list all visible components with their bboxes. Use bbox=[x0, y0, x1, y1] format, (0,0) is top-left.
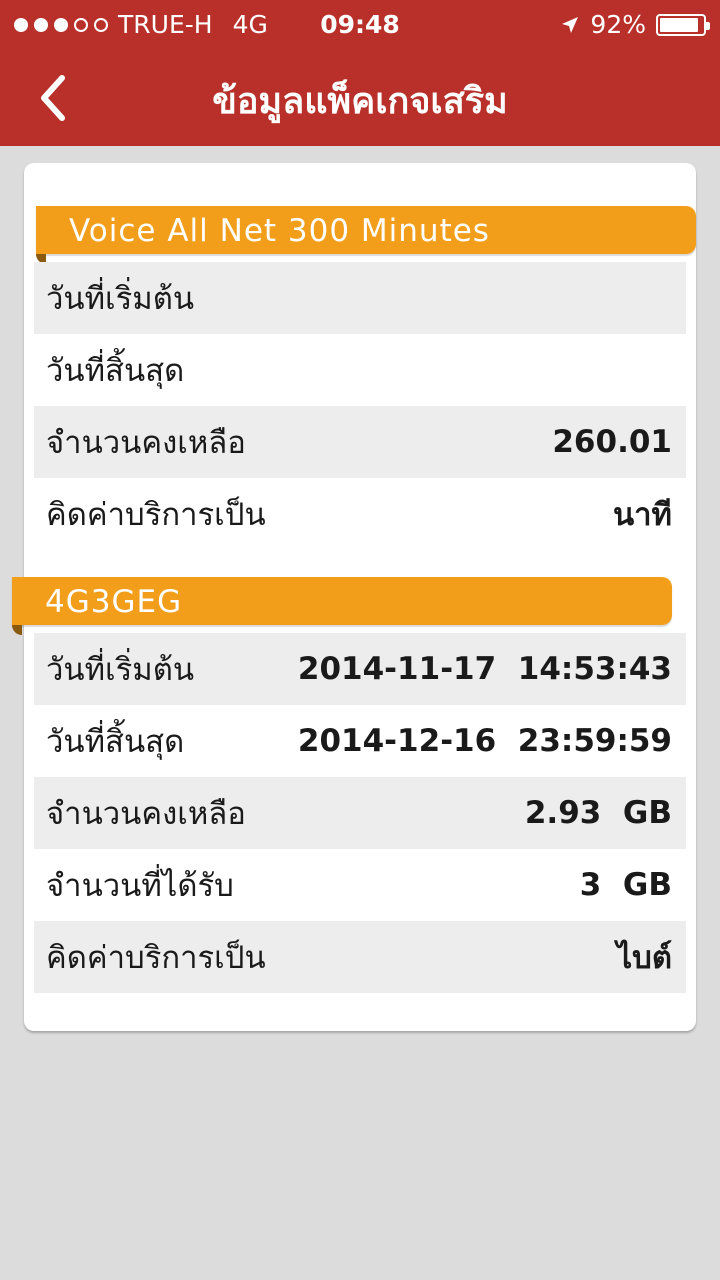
status-right: 92% bbox=[560, 10, 710, 39]
row-label: วันที่สิ้นสุด bbox=[46, 724, 185, 760]
list-item: วันที่เริ่มต้น bbox=[34, 262, 686, 334]
row-value: 2014-11-17 14:53:43 bbox=[297, 651, 672, 687]
row-label: คิดค่าบริการเป็น bbox=[46, 497, 266, 533]
list-item: จำนวนที่ได้รับ 3 GB bbox=[34, 849, 686, 921]
package-header: 4G3GEG bbox=[12, 577, 672, 635]
battery-icon bbox=[656, 13, 710, 36]
row-label: คิดค่าบริการเป็น bbox=[46, 940, 266, 976]
row-value: 2014-12-16 23:59:59 bbox=[297, 723, 672, 759]
row-label: วันที่เริ่มต้น bbox=[46, 652, 195, 688]
package-header: Voice All Net 300 Minutes bbox=[36, 206, 696, 264]
list-item: คิดค่าบริการเป็น ไบต์ bbox=[34, 921, 686, 993]
package-name: 4G3GEG bbox=[45, 584, 183, 620]
list-item: จำนวนคงเหลือ 2.93 GB bbox=[34, 777, 686, 849]
row-value: ไบต์ bbox=[616, 940, 672, 976]
row-value: 260.01 bbox=[552, 424, 672, 460]
list-item: จำนวนคงเหลือ 260.01 bbox=[34, 406, 686, 478]
row-label: จำนวนคงเหลือ bbox=[46, 425, 246, 461]
battery-percent: 92% bbox=[590, 10, 646, 39]
row-value: 2.93 GB bbox=[524, 795, 672, 831]
page-title: ข้อมูลแพ็คเกจเสริม bbox=[212, 81, 508, 122]
list-item: วันที่สิ้นสุด 2014-12-16 23:59:59 bbox=[34, 705, 686, 777]
list-item: วันที่สิ้นสุด bbox=[34, 334, 686, 406]
row-value: นาที bbox=[612, 497, 672, 533]
row-label: วันที่เริ่มต้น bbox=[46, 281, 195, 317]
package-name: Voice All Net 300 Minutes bbox=[69, 213, 490, 249]
app-header: TRUE-H 4G 09:48 92% ข้อมูลแพ็คเกจเสริม bbox=[0, 0, 720, 146]
row-label: จำนวนคงเหลือ bbox=[46, 796, 246, 832]
location-arrow-icon bbox=[562, 16, 579, 33]
row-label: จำนวนที่ได้รับ bbox=[46, 868, 234, 904]
row-value: 3 GB bbox=[579, 867, 672, 903]
list-item: วันที่เริ่มต้น 2014-11-17 14:53:43 bbox=[34, 633, 686, 705]
status-bar: TRUE-H 4G 09:48 92% bbox=[0, 0, 720, 50]
row-label: วันที่สิ้นสุด bbox=[46, 353, 185, 389]
list-item: คิดค่าบริการเป็น นาที bbox=[34, 478, 686, 550]
